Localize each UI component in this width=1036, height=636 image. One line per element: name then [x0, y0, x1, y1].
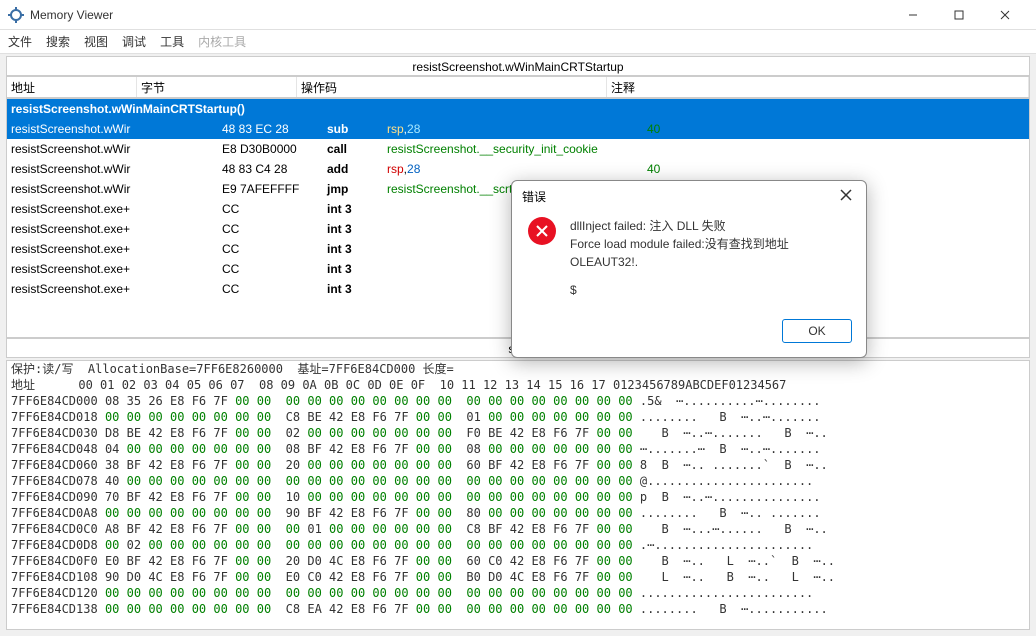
menu-kernel[interactable]: 内核工具 [198, 33, 246, 50]
menu-view[interactable]: 视图 [84, 33, 108, 50]
dialog-close-button[interactable] [836, 188, 856, 204]
error-dialog: 错误 dllInject failed: 注入 DLL 失败 Force loa… [511, 180, 867, 358]
disasm-row[interactable]: resistScreenshot.wWir48 83 C4 28addrsp,2… [7, 159, 1029, 179]
col-bytes: 字节 [137, 77, 297, 97]
hex-addr-hdr: 地址 [11, 378, 35, 392]
disasm-row[interactable]: resistScreenshot.wWir48 83 EC 28subrsp,2… [7, 119, 1029, 139]
col-addr: 地址 [7, 77, 137, 97]
disasm-row[interactable]: resistScreenshot.wWirE8 D30B0000callresi… [7, 139, 1029, 159]
col-comment: 注释 [607, 77, 1029, 97]
error-icon [528, 217, 556, 245]
hex-line: 7FF6E84CD120 00 00 00 00 00 00 00 00 00 … [7, 585, 1029, 601]
hex-cols-hdr: 00 01 02 03 04 05 06 07 08 09 0A 0B 0C 0… [35, 378, 786, 392]
menu-search[interactable]: 搜索 [46, 33, 70, 50]
section-title: resistScreenshot.wWinMainCRTStartup [6, 56, 1030, 76]
hex-line: 7FF6E84CD018 00 00 00 00 00 00 00 00 C8 … [7, 409, 1029, 425]
hex-line: 7FF6E84CD030 D8 BE 42 E8 F6 7F 00 00 02 … [7, 425, 1029, 441]
dialog-ok-button[interactable]: OK [782, 319, 852, 343]
dialog-title: 错误 [522, 188, 836, 205]
window-title: Memory Viewer [30, 8, 890, 22]
disasm-header: 地址 字节 操作码 注释 [6, 76, 1030, 98]
hex-view[interactable]: 保护:读/写 AllocationBase=7FF6E8260000 基址=7F… [6, 360, 1030, 630]
hex-line: 7FF6E84CD0A8 00 00 00 00 00 00 00 00 90 … [7, 505, 1029, 521]
dialog-line4: $ [570, 281, 789, 299]
hex-info-line: 保护:读/写 AllocationBase=7FF6E8260000 基址=7F… [7, 361, 1029, 377]
function-header: resistScreenshot.wWinMainCRTStartup() [7, 99, 1029, 119]
dialog-line1: dllInject failed: 注入 DLL 失败 [570, 217, 789, 235]
hex-line: 7FF6E84CD048 04 00 00 00 00 00 00 00 08 … [7, 441, 1029, 457]
app-icon [8, 7, 24, 23]
menu-tools[interactable]: 工具 [160, 33, 184, 50]
hex-line: 7FF6E84CD090 70 BF 42 E8 F6 7F 00 00 10 … [7, 489, 1029, 505]
hex-line: 7FF6E84CD060 38 BF 42 E8 F6 7F 00 00 20 … [7, 457, 1029, 473]
maximize-button[interactable] [936, 0, 982, 30]
hex-line: 7FF6E84CD000 08 35 26 E8 F6 7F 00 00 00 … [7, 393, 1029, 409]
dialog-line2: Force load module failed:没有查找到地址 [570, 235, 789, 253]
hex-line: 7FF6E84CD138 00 00 00 00 00 00 00 00 C8 … [7, 601, 1029, 617]
menu-file[interactable]: 文件 [8, 33, 32, 50]
minimize-button[interactable] [890, 0, 936, 30]
hex-line: 7FF6E84CD108 90 D0 4C E8 F6 7F 00 00 E0 … [7, 569, 1029, 585]
close-button[interactable] [982, 0, 1028, 30]
hex-line: 7FF6E84CD0D8 00 02 00 00 00 00 00 00 00 … [7, 537, 1029, 553]
menu-debug[interactable]: 调试 [122, 33, 146, 50]
dialog-message: dllInject failed: 注入 DLL 失败 Force load m… [570, 217, 789, 299]
hex-line: 7FF6E84CD0C0 A8 BF 42 E8 F6 7F 00 00 00 … [7, 521, 1029, 537]
hex-line: 7FF6E84CD078 40 00 00 00 00 00 00 00 00 … [7, 473, 1029, 489]
dialog-line3: OLEAUT32!. [570, 253, 789, 271]
hex-line: 7FF6E84CD0F0 E0 BF 42 E8 F6 7F 00 00 20 … [7, 553, 1029, 569]
col-opcode: 操作码 [297, 77, 607, 97]
